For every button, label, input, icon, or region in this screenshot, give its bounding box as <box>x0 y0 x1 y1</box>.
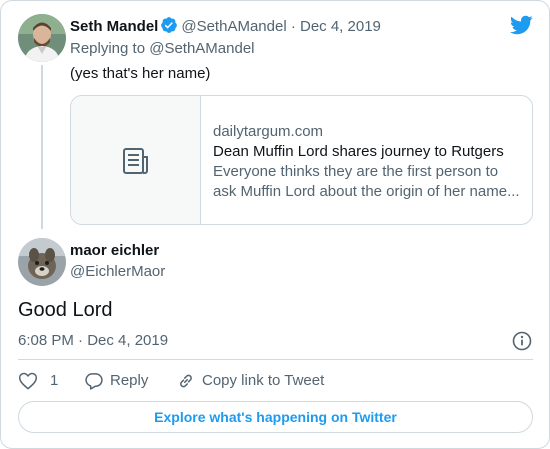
reply-tweet-text: Good Lord <box>18 299 113 321</box>
parent-tweet-text: (yes that's her name) <box>70 65 211 82</box>
link-preview-body: dailytargum.com Dean Muffin Lord shares … <box>213 122 523 202</box>
divider <box>18 359 533 360</box>
like-button[interactable]: 1 <box>18 370 58 392</box>
link-title: Dean Muffin Lord shares journey to Rutge… <box>213 143 504 160</box>
info-icon[interactable] <box>511 330 533 352</box>
replying-to-label[interactable]: Replying to @SethAMandel <box>70 39 255 59</box>
header-separator: · <box>286 18 300 35</box>
parent-date[interactable]: Dec 4, 2019 <box>300 18 381 35</box>
link-description: Everyone thinks they are the first perso… <box>213 162 523 202</box>
explore-twitter-button[interactable]: Explore what's happening on Twitter <box>18 401 533 433</box>
verified-badge-icon <box>161 17 178 33</box>
thread-connector-line <box>41 65 43 229</box>
copy-link-label: Copy link to Tweet <box>202 372 325 389</box>
link-icon <box>180 374 192 388</box>
link-thumbnail <box>71 96 201 224</box>
twitter-bird-icon[interactable] <box>509 13 533 37</box>
tweet-embed-card: Seth Mandel @SethAMandel · Dec 4, 2019 Re… <box>0 0 550 449</box>
reply-handle[interactable]: @EichlerMaor <box>70 262 165 282</box>
reply-timestamp[interactable]: 6:08 PM · Dec 4, 2019 <box>18 331 168 351</box>
heart-icon <box>18 372 38 390</box>
like-count: 1 <box>50 372 59 389</box>
reply-label: Reply <box>110 372 149 389</box>
parent-tweet-header: Seth Mandel @SethAMandel · Dec 4, 2019 <box>70 16 381 37</box>
link-preview-card[interactable]: dailytargum.com Dean Muffin Lord shares … <box>70 95 533 225</box>
parent-handle[interactable]: @SethAMandel <box>181 18 286 35</box>
parent-display-name[interactable]: Seth Mandel <box>70 18 158 35</box>
reply-display-name[interactable]: maor eichler <box>70 241 159 261</box>
avatar-seth-mandel[interactable] <box>18 14 66 62</box>
link-domain: dailytargum.com <box>213 123 324 140</box>
reply-bubble-icon <box>85 373 103 390</box>
copy-link-button[interactable]: Copy link to Tweet <box>176 370 324 392</box>
link-description-line-2: ask Muffin Lord about the origin of her … <box>213 183 520 200</box>
link-description-line-1: Everyone thinks they are the first perso… <box>213 163 499 180</box>
reply-button[interactable]: Reply <box>84 370 148 392</box>
article-icon <box>123 148 148 174</box>
avatar-maor-eichler[interactable] <box>18 238 66 286</box>
